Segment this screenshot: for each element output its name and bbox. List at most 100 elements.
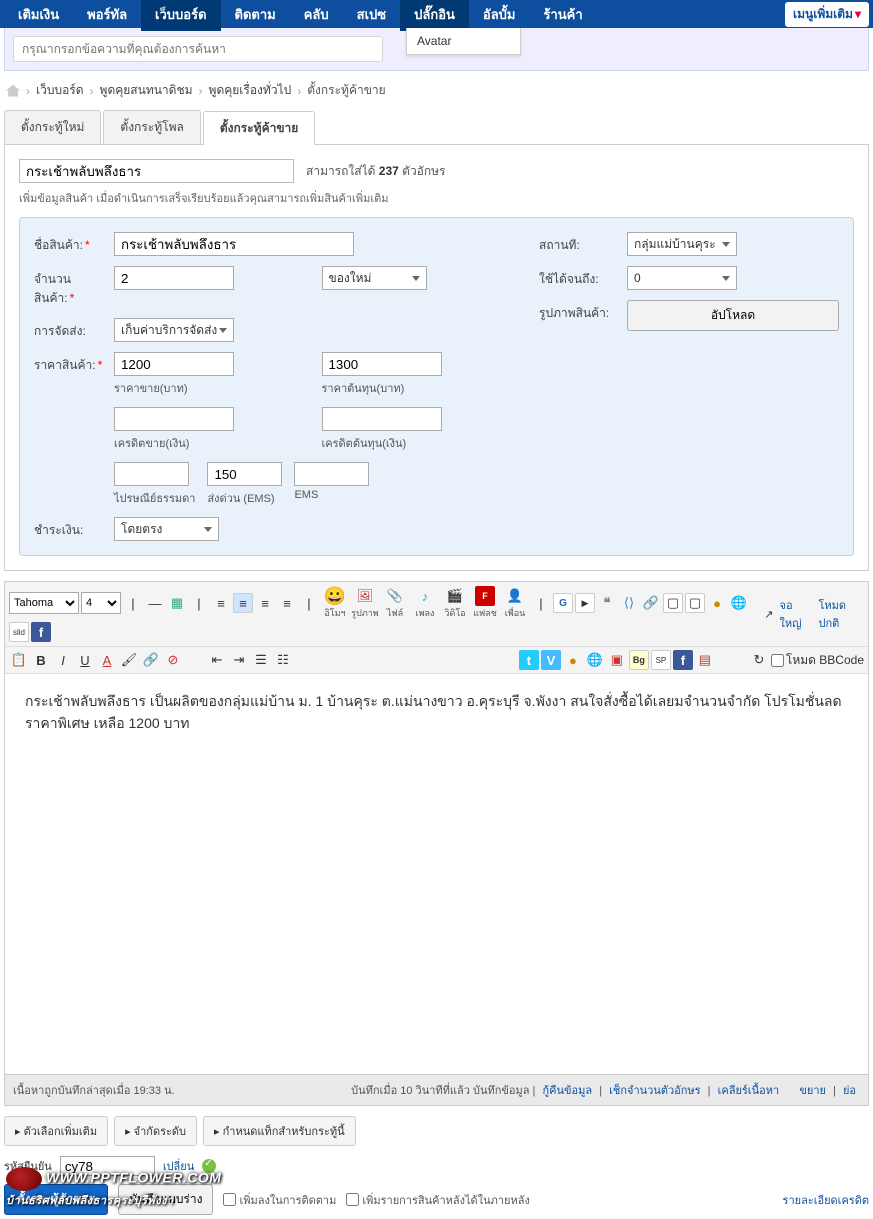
align-justify-icon[interactable]: ≡ [277, 593, 297, 613]
breadcrumb-link[interactable]: พูดคุยสนทนาดิชม [100, 81, 193, 100]
nav-item-plugin[interactable]: ปลั๊กอิน [400, 0, 469, 31]
product-name-label: ชื่อสินค้า:* [34, 232, 104, 256]
recover-link[interactable]: กู้คืนข้อมูล [542, 1085, 592, 1097]
credit-sell-input[interactable] [114, 407, 234, 431]
fontsize-select[interactable]: 4 [81, 592, 121, 614]
tags-button[interactable]: ▸ กำหนดแท็กสำหรับกระทู้นี้ [203, 1116, 356, 1146]
editor-body[interactable]: กระเช้าพลับพลึงธาร เป็นผลิตของกลุ่มแม่บ้… [5, 674, 868, 1074]
product-name-input[interactable] [114, 232, 354, 256]
charcount-link[interactable]: เช็กจำนวนตัวอักษร [609, 1085, 700, 1097]
sp-icon[interactable]: SP [651, 650, 671, 670]
nav-item[interactable]: เว็บบอร์ด [141, 0, 220, 31]
nav-item[interactable]: อัลบั้ม [469, 0, 530, 31]
ship-ems-input[interactable] [207, 462, 282, 486]
facebook-icon[interactable]: f [31, 622, 51, 642]
ul-icon[interactable]: ☷ [273, 650, 293, 670]
facebook2-icon[interactable]: f [673, 650, 693, 670]
normal-mode-link[interactable]: โหมดปกติ [818, 596, 864, 632]
capture-icon[interactable]: ▣ [607, 650, 627, 670]
globe2-icon[interactable]: 🌐 [585, 650, 605, 670]
upload-button[interactable]: อัปโหลด [627, 300, 839, 331]
bg-icon[interactable]: Bg [629, 650, 649, 670]
bbcode-checkbox[interactable] [771, 654, 784, 667]
youtube-icon[interactable]: ▶ [575, 593, 595, 613]
search-input[interactable] [13, 36, 383, 62]
align-center-icon[interactable]: ≡ [233, 593, 253, 613]
music-icon[interactable]: ♪ [415, 586, 435, 606]
nav-item[interactable]: สเปซ [343, 0, 400, 31]
clear-link[interactable]: เคลียร์เนื้อหา [718, 1085, 780, 1097]
ship-ems2-input[interactable] [294, 462, 369, 486]
italic-icon[interactable]: I [53, 650, 73, 670]
video-icon[interactable]: 🎬 [445, 586, 465, 606]
embed-icon[interactable]: ▢ [663, 593, 683, 613]
bold-icon[interactable]: B [31, 650, 51, 670]
code-icon[interactable]: ⟨⟩ [619, 593, 639, 613]
expand-icon[interactable]: ↗ [764, 608, 773, 621]
expire-select[interactable]: 0 [627, 266, 737, 290]
coin2-icon[interactable]: ● [563, 650, 583, 670]
pdf-icon[interactable]: ▤ [695, 650, 715, 670]
breadcrumb-link[interactable]: เว็บบอร์ด [36, 81, 84, 100]
media-icon[interactable]: ▢ [685, 593, 705, 613]
link2-icon[interactable]: 🔗 [141, 650, 161, 670]
home-icon[interactable] [6, 85, 20, 97]
expand-link[interactable]: ขยาย [799, 1085, 826, 1097]
tab-trade[interactable]: ตั้งกระทู้ค้าขาย [203, 111, 315, 145]
tab-newpost[interactable]: ตั้งกระทู้ใหม่ [4, 110, 101, 144]
condition-select[interactable]: ของใหม่ [322, 266, 427, 290]
breadcrumb-link[interactable]: พูดคุยเรื่องทั่วไป [209, 81, 292, 100]
qty-input[interactable] [114, 266, 234, 290]
location-select[interactable]: กลุ่มแม่บ้านคุระ [627, 232, 737, 256]
twitter-icon[interactable]: t [519, 650, 539, 670]
coin-icon[interactable]: ● [707, 593, 727, 613]
flash-icon[interactable]: F [475, 586, 495, 606]
delivery-select[interactable]: เก็บค่าบริการจัดส่ง [114, 318, 234, 342]
globe-icon[interactable]: 🌐 [729, 593, 749, 613]
outdent-icon[interactable]: ⇤ [207, 650, 227, 670]
nav-item[interactable]: คลับ [290, 0, 343, 31]
sell-price-input[interactable] [114, 352, 234, 376]
payment-select[interactable]: โดยตรง [114, 517, 219, 541]
vimeo-icon[interactable]: V [541, 650, 561, 670]
credits-link[interactable]: รายละเอียดเครดิต [783, 1191, 869, 1209]
fontcolor-icon[interactable]: A [97, 650, 117, 670]
credit-cost-input[interactable] [322, 407, 442, 431]
shrink-link[interactable]: ย่อ [843, 1085, 856, 1097]
fullscreen-link[interactable]: จอใหญ่ [780, 596, 813, 632]
nav-item[interactable]: ติดตาม [221, 0, 290, 31]
clear-format-icon[interactable]: — [145, 593, 165, 613]
image-icon[interactable]: 🖼 [355, 586, 375, 606]
palette-icon[interactable]: ▦ [167, 593, 187, 613]
more-options-button[interactable]: ▸ ตัวเลือกเพิ่มเติม [4, 1116, 108, 1146]
ship-normal-input[interactable] [114, 462, 189, 486]
ol-icon[interactable]: ☰ [251, 650, 271, 670]
align-right-icon[interactable]: ≡ [255, 593, 275, 613]
smiley-icon[interactable]: 😀 [325, 586, 345, 606]
mention-icon[interactable]: 👤 [505, 586, 525, 606]
unlink-icon[interactable]: ⊘ [163, 650, 183, 670]
plugin-dropdown-item[interactable]: Avatar [406, 28, 521, 55]
add-later-checkbox[interactable] [346, 1193, 359, 1206]
nav-item[interactable]: ร้านค้า [530, 0, 597, 31]
more-menu-button[interactable]: เมนูเพิ่มเติม▾ [785, 2, 869, 27]
slideshow-icon[interactable]: slid [9, 622, 29, 642]
indent-icon[interactable]: ⇥ [229, 650, 249, 670]
level-limit-button[interactable]: ▸ จำกัดระดับ [114, 1116, 197, 1146]
quote-icon[interactable]: ❝ [597, 593, 617, 613]
align-left-icon[interactable]: ≡ [211, 593, 231, 613]
font-select[interactable]: Tahoma [9, 592, 79, 614]
google-icon[interactable]: G [553, 593, 573, 613]
cost-price-input[interactable] [322, 352, 442, 376]
tab-poll[interactable]: ตั้งกระทู้โพล [103, 110, 200, 144]
bgcolor-icon[interactable]: 🖌 [119, 650, 139, 670]
nav-item[interactable]: เติมเงิน [4, 0, 73, 31]
follow-checkbox[interactable] [223, 1193, 236, 1206]
link-icon[interactable]: 🔗 [641, 593, 661, 613]
paste-icon[interactable]: 📋 [9, 650, 29, 670]
underline-icon[interactable]: U [75, 650, 95, 670]
redo-icon[interactable]: ↻ [749, 650, 769, 670]
thread-title-input[interactable] [19, 159, 294, 183]
nav-item[interactable]: พอร์ทัล [73, 0, 141, 31]
attach-icon[interactable]: 📎 [385, 586, 405, 606]
